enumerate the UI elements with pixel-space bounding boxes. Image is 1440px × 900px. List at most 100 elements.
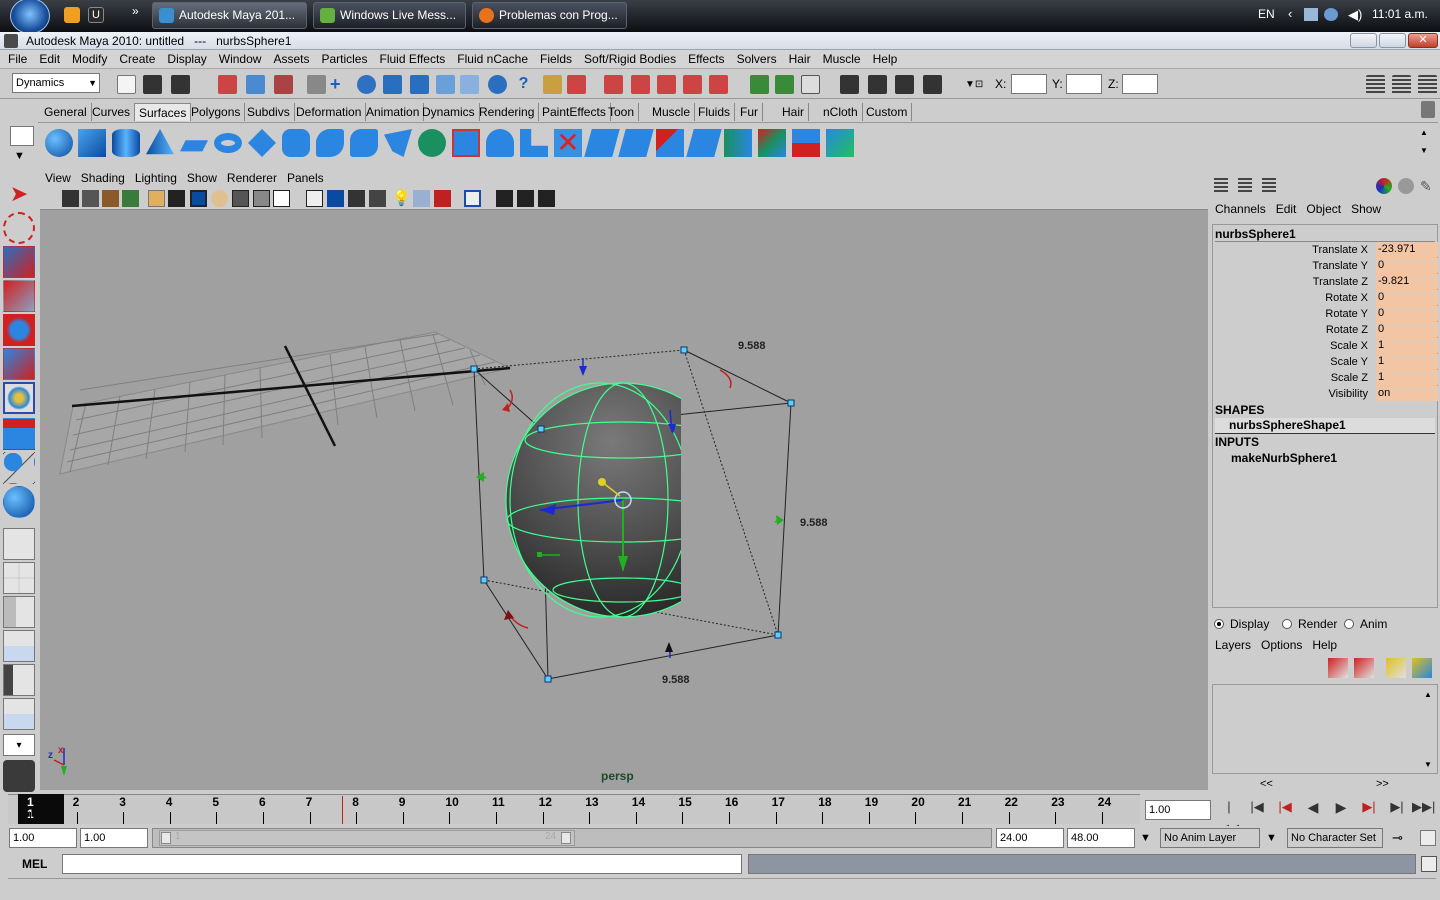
shelf-tab[interactable]: Surfaces bbox=[134, 103, 192, 121]
wireframe-on-shaded-icon[interactable] bbox=[369, 190, 386, 207]
new-layer-down-icon[interactable] bbox=[1354, 658, 1374, 678]
rotate-tool-icon[interactable] bbox=[3, 314, 35, 346]
shelf-tab[interactable]: General bbox=[40, 103, 92, 121]
lock-camera-icon[interactable] bbox=[82, 190, 99, 207]
untrim-icon[interactable] bbox=[584, 129, 620, 157]
shelf-tab[interactable]: Curves bbox=[88, 103, 136, 121]
nurbs-torus-icon[interactable] bbox=[214, 133, 242, 153]
current-frame-marker[interactable] bbox=[18, 794, 64, 824]
channel-value-field[interactable]: 1 bbox=[1376, 370, 1438, 385]
shelf-tab[interactable]: Toon bbox=[604, 103, 640, 121]
make-live-icon[interactable] bbox=[709, 75, 728, 94]
nurbs-plane-icon[interactable] bbox=[180, 140, 208, 152]
menu-item[interactable]: Fields bbox=[534, 50, 578, 69]
script-language-toggle[interactable]: MEL bbox=[22, 857, 47, 871]
menu-item[interactable]: Particles bbox=[315, 50, 373, 69]
channel-row[interactable]: Visibility on bbox=[1217, 386, 1438, 402]
hud-icon[interactable] bbox=[496, 190, 513, 207]
range-options-chevron-icon[interactable]: ▼ bbox=[1140, 832, 1151, 844]
menu-item[interactable]: Window bbox=[213, 50, 268, 69]
open-scene-icon[interactable] bbox=[143, 75, 162, 94]
select-by-type-icon[interactable] bbox=[307, 75, 326, 94]
animation-preferences-icon[interactable] bbox=[1420, 830, 1436, 846]
input-ops-icon[interactable] bbox=[750, 75, 769, 94]
close-button[interactable]: ✕ bbox=[1408, 33, 1438, 48]
volume-icon[interactable]: ◀) bbox=[1348, 7, 1362, 23]
start-button[interactable] bbox=[10, 0, 50, 34]
render-current-icon[interactable] bbox=[868, 75, 887, 94]
select-dynamics-icon[interactable] bbox=[460, 75, 479, 94]
play-forwards-icon[interactable]: ▶ bbox=[1330, 796, 1352, 818]
layer-menu-item[interactable]: Help bbox=[1307, 637, 1342, 653]
nurbs-cube-icon[interactable] bbox=[78, 129, 106, 157]
select-object-icon[interactable] bbox=[246, 75, 265, 94]
select-misc-icon[interactable]: ? bbox=[514, 75, 533, 94]
playback-start-input[interactable]: 1.00 bbox=[80, 828, 148, 848]
highlight-selection-icon[interactable] bbox=[567, 75, 586, 94]
menu-item[interactable]: Soft/Rigid Bodies bbox=[578, 50, 682, 69]
menu-item[interactable]: Muscle bbox=[817, 50, 867, 69]
shelf-scroll-up-icon[interactable]: ▲ bbox=[1420, 128, 1428, 137]
wireframe-icon[interactable] bbox=[327, 190, 344, 207]
people-icon[interactable] bbox=[1324, 8, 1338, 21]
last-tool-used-icon[interactable] bbox=[3, 486, 35, 518]
animation-start-input[interactable]: 1.00 bbox=[9, 828, 77, 848]
layer-menu-item[interactable]: Options bbox=[1256, 637, 1307, 653]
channel-row[interactable]: Rotate Y 0 bbox=[1217, 306, 1438, 322]
select-curves-icon[interactable] bbox=[383, 75, 402, 94]
tray-chevron-icon[interactable]: ‹ bbox=[1288, 6, 1292, 21]
menu-item[interactable]: Solvers bbox=[731, 50, 783, 69]
y-input[interactable] bbox=[1066, 74, 1102, 94]
select-hierarchy-icon[interactable] bbox=[218, 75, 237, 94]
planar-icon[interactable] bbox=[316, 129, 344, 157]
channel-row[interactable]: Scale Z 1 bbox=[1217, 370, 1438, 386]
channel-value-field[interactable]: 0 bbox=[1376, 322, 1438, 337]
bevel-plus-icon[interactable] bbox=[520, 129, 548, 157]
render-view-icon[interactable] bbox=[840, 75, 859, 94]
shape-node[interactable]: nurbsSphereShape1 bbox=[1215, 418, 1435, 434]
layer-scroll-up-icon[interactable]: ▲ bbox=[1424, 690, 1432, 699]
layer-radio-anim[interactable]: Anim bbox=[1344, 617, 1387, 631]
smooth-shade-icon[interactable] bbox=[348, 190, 365, 207]
playback-end-input[interactable]: 24.00 bbox=[996, 828, 1064, 848]
menu-item[interactable]: Help bbox=[867, 50, 904, 69]
shelf-tab[interactable]: Rendering bbox=[475, 103, 540, 121]
boundary-icon[interactable] bbox=[418, 129, 446, 157]
revolve-icon[interactable] bbox=[248, 129, 276, 157]
anim-layer-dropdown[interactable]: No Anim Layer bbox=[1160, 828, 1260, 848]
input-node[interactable]: makeNurbSphere1 bbox=[1231, 450, 1337, 466]
shelf-tab[interactable]: Subdivs bbox=[243, 103, 295, 121]
panel-menu-item[interactable]: Panels bbox=[282, 168, 329, 188]
shelf-tab[interactable]: Muscle bbox=[648, 103, 696, 121]
shelf-menu-button[interactable] bbox=[10, 126, 34, 146]
character-set-dropdown[interactable]: No Character Set bbox=[1287, 828, 1383, 848]
xray-icon[interactable] bbox=[413, 190, 430, 207]
layout-options-chevron-icon[interactable]: ▾ bbox=[3, 734, 35, 756]
sculpt-tool-icon[interactable] bbox=[826, 129, 854, 157]
select-surfaces-icon[interactable] bbox=[410, 75, 429, 94]
show-attribute-editor-icon[interactable] bbox=[1366, 75, 1385, 94]
scroll-left-button[interactable]: << bbox=[1260, 778, 1273, 790]
detach-surfaces-icon[interactable] bbox=[758, 129, 786, 157]
birail-icon[interactable] bbox=[384, 129, 412, 157]
menu-item[interactable]: Assets bbox=[267, 50, 315, 69]
show-tool-settings-icon[interactable] bbox=[1392, 75, 1411, 94]
shelf-tab[interactable]: Dynamics bbox=[418, 103, 480, 121]
minimize-button[interactable] bbox=[1350, 33, 1377, 48]
paint-select-tool-icon[interactable] bbox=[3, 246, 35, 278]
shelf-options-chevron-icon[interactable]: ▼ bbox=[14, 150, 25, 162]
layout-persp-graph-icon[interactable] bbox=[3, 630, 35, 662]
channel-value-field[interactable]: -9.821 bbox=[1376, 274, 1438, 289]
bevel-icon[interactable] bbox=[486, 129, 514, 157]
layer-scroll-down-icon[interactable]: ▼ bbox=[1424, 760, 1432, 769]
mel-command-input[interactable] bbox=[62, 854, 742, 874]
panel-menu-item[interactable]: Renderer bbox=[222, 168, 282, 188]
go-to-start-icon[interactable]: |◀◀ bbox=[1218, 796, 1240, 836]
channel-row[interactable]: Rotate X 0 bbox=[1217, 290, 1438, 306]
channel-value-field[interactable]: 1 bbox=[1376, 354, 1438, 369]
display-layer-icon[interactable] bbox=[1376, 178, 1392, 194]
nurbs-sphere-icon[interactable] bbox=[45, 129, 73, 157]
channel-box-layout3-icon[interactable] bbox=[1262, 178, 1276, 192]
task-messenger[interactable]: Windows Live Mess... bbox=[313, 2, 466, 29]
channel-box-layout2-icon[interactable] bbox=[1238, 178, 1252, 192]
